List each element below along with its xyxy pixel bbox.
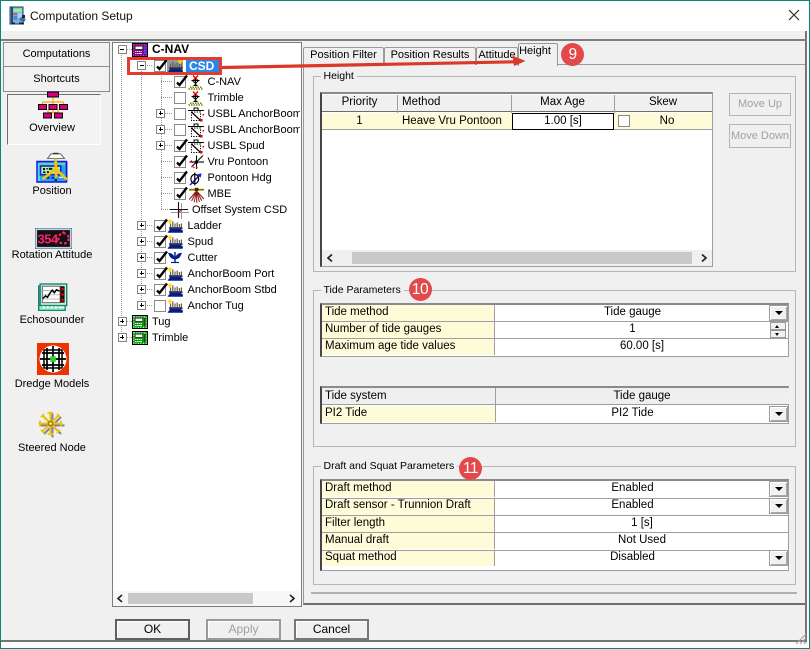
- svg-text:354: 354: [38, 232, 59, 247]
